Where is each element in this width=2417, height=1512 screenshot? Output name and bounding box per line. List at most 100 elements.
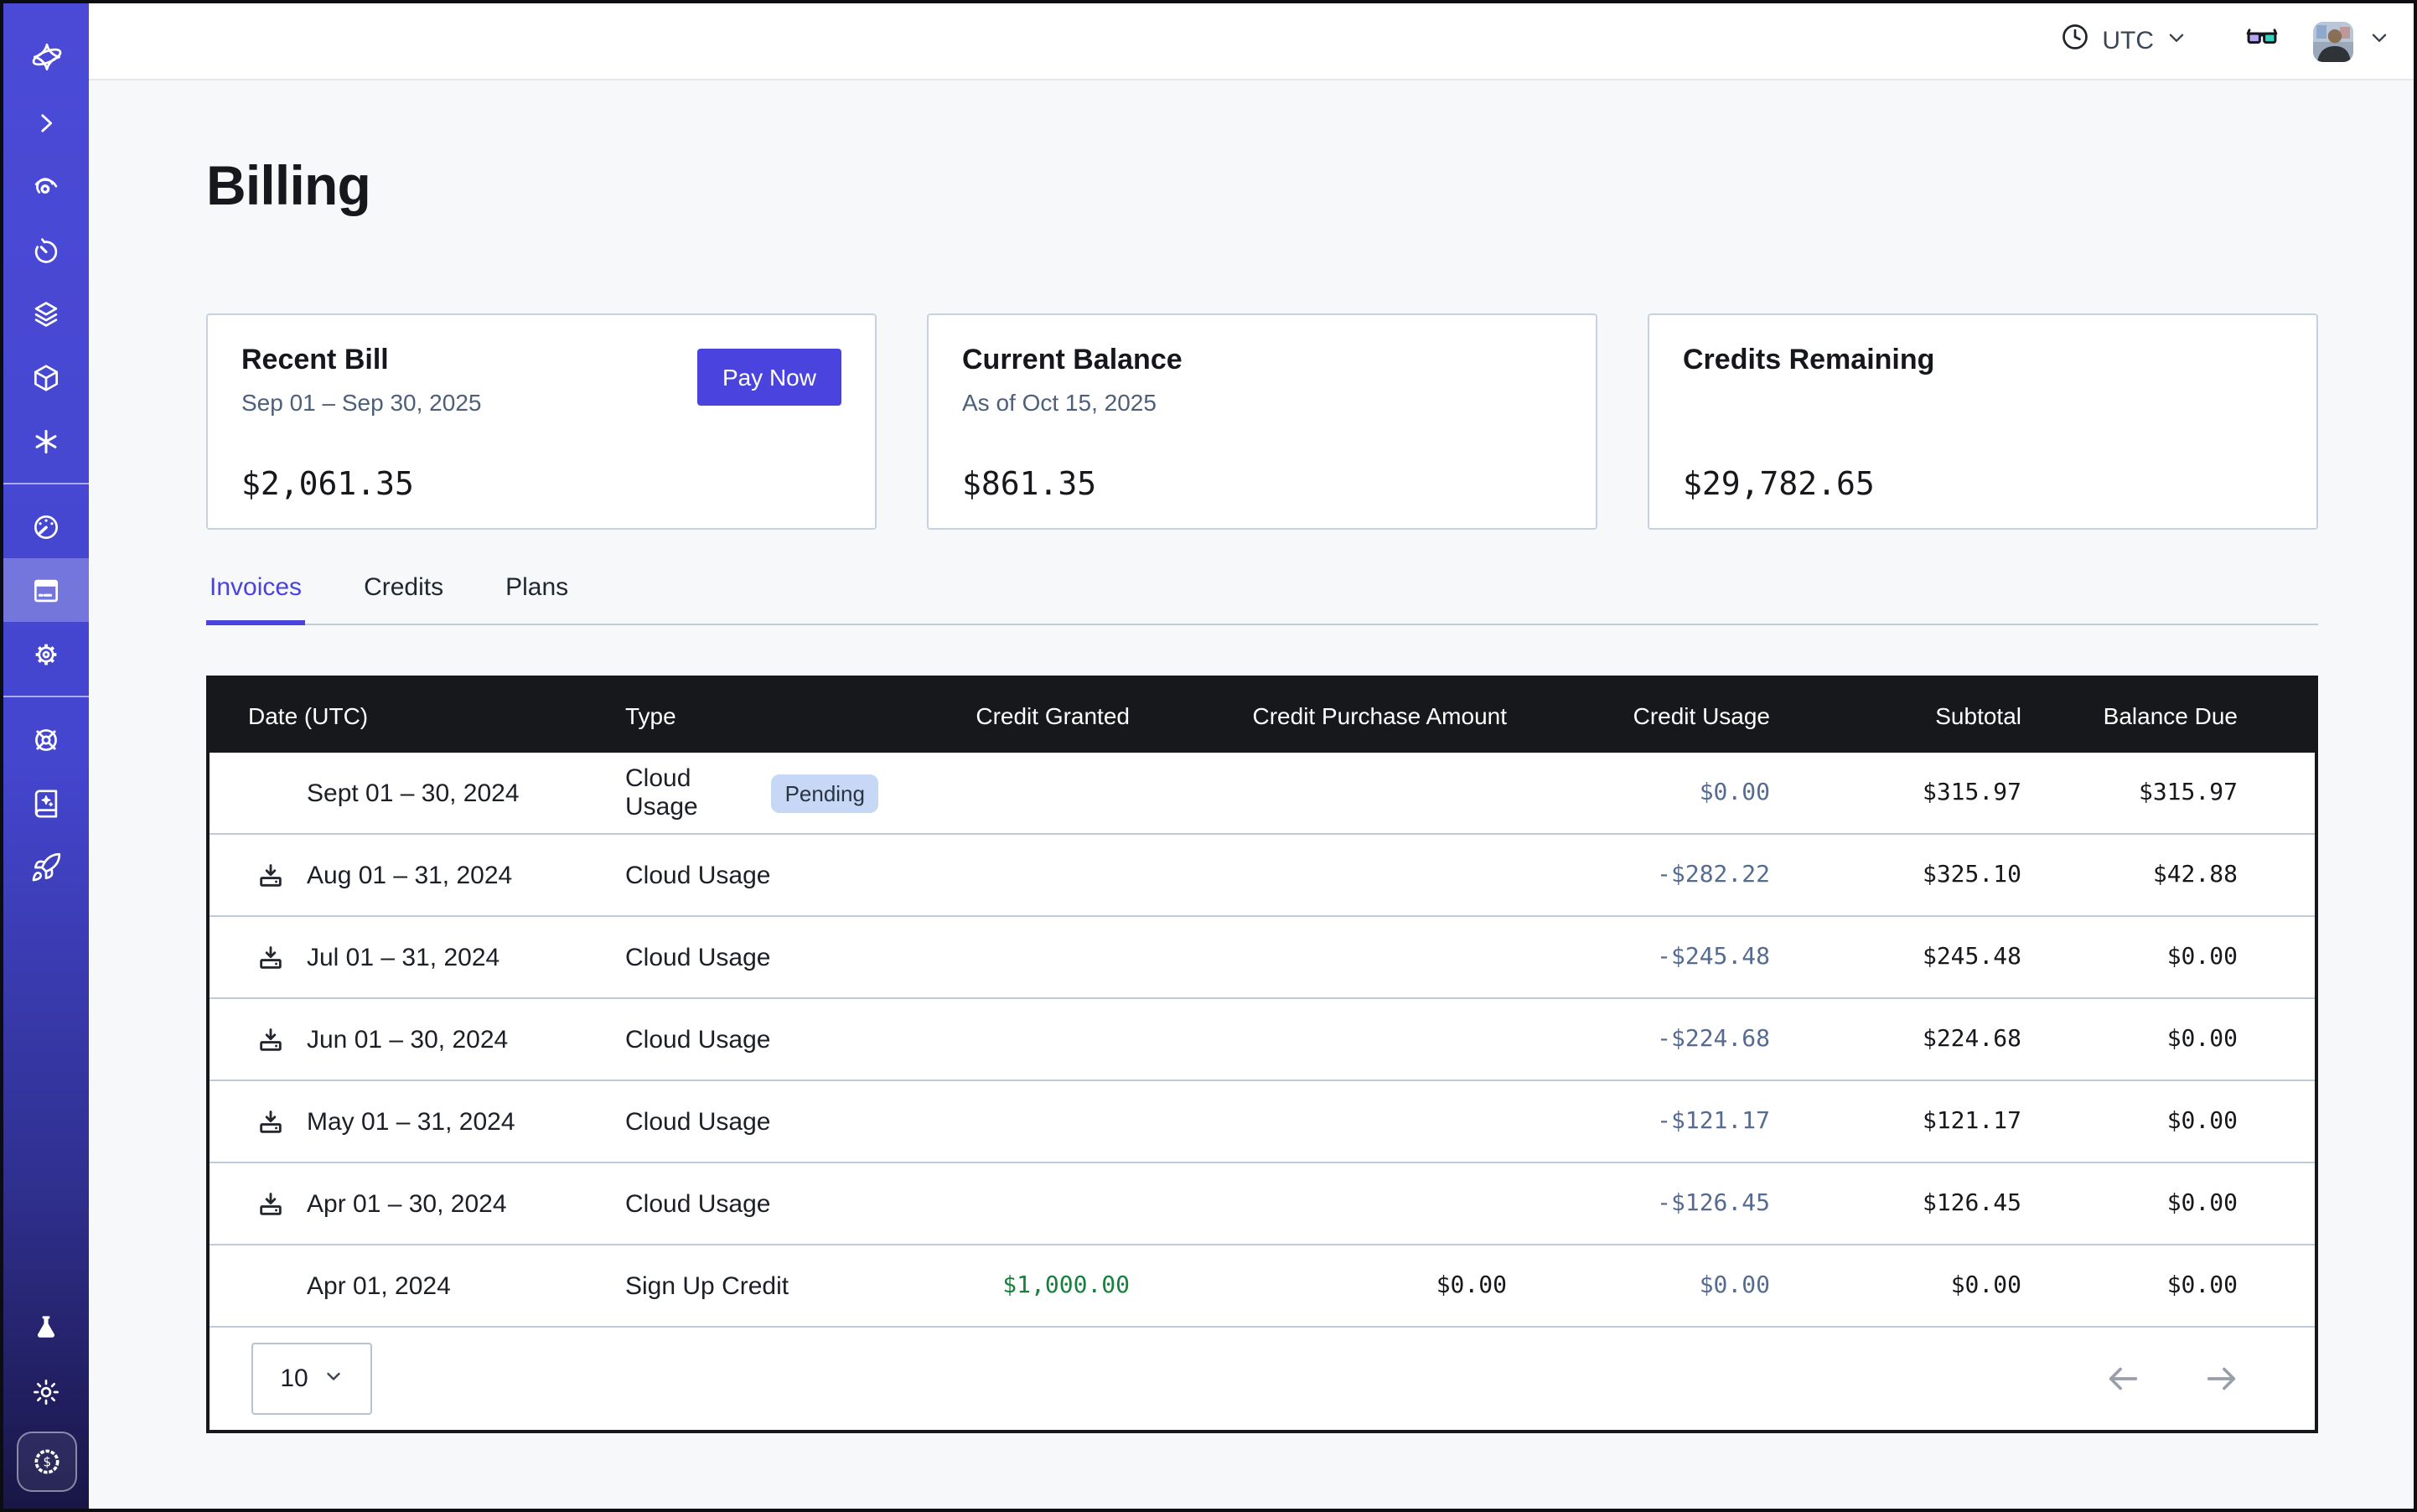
column-header-credit-purchase: Credit Purchase Amount: [1130, 702, 1507, 729]
page-title: Billing: [206, 151, 2318, 221]
subtotal-value: $325.10: [1770, 862, 2021, 888]
sidebar-item-labs[interactable]: [3, 1296, 89, 1359]
app-window: $ UTC: [0, 0, 2417, 1512]
sidebar-item-cube[interactable]: [3, 345, 89, 409]
chevron-down-icon: [2368, 26, 2390, 56]
asterisk-icon: [30, 425, 62, 457]
download-icon[interactable]: [256, 943, 285, 971]
download-icon[interactable]: [256, 1107, 285, 1136]
subtotal-value: $224.68: [1770, 1026, 2021, 1053]
cube-icon: [30, 361, 62, 393]
chevron-down-icon: [323, 1364, 344, 1393]
next-page-button[interactable]: [2202, 1359, 2241, 1398]
invoice-type: Sign Up Credit: [625, 1271, 789, 1300]
sidebar-item-theme[interactable]: [3, 1359, 89, 1423]
sun-icon: [30, 1375, 62, 1407]
invoice-date: Sept 01 – 30, 2024: [307, 779, 520, 807]
invoice-date: Jun 01 – 30, 2024: [307, 1025, 508, 1054]
history-icon: [30, 234, 62, 266]
layers-icon: [30, 298, 62, 329]
sidebar-credits-button[interactable]: $: [16, 1432, 76, 1492]
current-balance-amount: $861.35: [962, 466, 1562, 503]
rocket-icon: [30, 851, 62, 883]
sidebar-item-helm[interactable]: [3, 707, 89, 771]
balance-due-value: $0.00: [2021, 1026, 2315, 1053]
column-header-date: Date (UTC): [210, 702, 587, 729]
sidebar-item-history[interactable]: [3, 218, 89, 282]
column-header-credit-usage: Credit Usage: [1507, 702, 1770, 729]
avatar[interactable]: [2313, 21, 2353, 61]
sidebar-item-settings[interactable]: [3, 622, 89, 686]
card-title: Credits Remaining: [1683, 344, 2283, 377]
page-size-value: 10: [280, 1364, 308, 1393]
chevron-right-icon: [32, 108, 60, 137]
download-icon[interactable]: [256, 1025, 285, 1054]
download-icon[interactable]: [256, 1189, 285, 1218]
table-row: Apr 01, 2024 Sign Up Credit $1,000.00 $0…: [210, 1244, 2315, 1326]
main-area: UTC: [89, 3, 2414, 1509]
balance-due-value: $42.88: [2021, 862, 2315, 888]
invoice-type: Cloud Usage: [625, 861, 770, 889]
clock-icon: [2060, 22, 2090, 60]
chevron-down-icon: [2166, 26, 2187, 56]
card-subtitle: As of Oct 15, 2025: [962, 389, 1562, 416]
billing-icon: [30, 574, 62, 606]
sidebar-collapse[interactable]: [3, 91, 89, 154]
dollar-badge-icon: $: [29, 1445, 63, 1478]
sidebar-item-layers[interactable]: [3, 282, 89, 345]
invoice-type: Cloud Usage: [625, 1025, 770, 1054]
page-size-select[interactable]: 10: [251, 1343, 372, 1415]
flask-icon: [30, 1312, 62, 1344]
topbar: UTC: [89, 3, 2414, 80]
book-sparkle-icon: [30, 787, 62, 819]
invoice-table-body: Sept 01 – 30, 2024 Cloud Usage Pending $…: [210, 753, 2315, 1326]
sidebar-item-billing[interactable]: [3, 558, 89, 622]
column-header-type: Type: [587, 702, 878, 729]
reader-mode-button[interactable]: [2244, 19, 2280, 63]
balance-due-value: $0.00: [2021, 1272, 2315, 1299]
sidebar: $: [3, 3, 89, 1509]
sidebar-item-quickstart[interactable]: [3, 835, 89, 898]
subtotal-value: $126.45: [1770, 1190, 2021, 1217]
billing-tabs: Invoices Credits Plans: [206, 573, 2318, 625]
sidebar-item-monitor[interactable]: [3, 154, 89, 218]
column-header-credit-granted: Credit Granted: [878, 702, 1130, 729]
sidebar-divider: [3, 696, 89, 697]
account-menu-button[interactable]: [2368, 26, 2390, 56]
subtotal-value: $315.97: [1770, 779, 2021, 806]
sidebar-item-asterisk[interactable]: [3, 409, 89, 473]
gauge-icon: [30, 510, 62, 542]
credit-usage-value: -$126.45: [1507, 1190, 1770, 1217]
tab-plans[interactable]: Plans: [502, 573, 572, 624]
balance-due-value: $0.00: [2021, 1108, 2315, 1135]
recent-bill-card: Recent Bill Sep 01 – Sep 30, 2025 $2,061…: [206, 313, 877, 530]
pay-now-button[interactable]: Pay Now: [697, 349, 841, 406]
recent-bill-amount: $2,061.35: [241, 466, 841, 503]
invoice-type: Cloud Usage: [625, 1189, 770, 1218]
subtotal-value: $0.00: [1770, 1272, 2021, 1299]
invoice-type: Cloud Usage: [625, 764, 755, 821]
table-row: Jul 01 – 31, 2024 Cloud Usage -$245.48 $…: [210, 915, 2315, 997]
table-header: Date (UTC) Type Credit Granted Credit Pu…: [210, 679, 2315, 753]
invoice-date: Apr 01, 2024: [307, 1271, 451, 1300]
sidebar-item-docs[interactable]: [3, 771, 89, 835]
credit-purchase-value: $0.00: [1130, 1272, 1507, 1299]
invoice-type: Cloud Usage: [625, 1107, 770, 1136]
table-footer: 10: [210, 1326, 2315, 1430]
subtotal-value: $245.48: [1770, 944, 2021, 971]
table-row: Aug 01 – 31, 2024 Cloud Usage -$282.22 $…: [210, 833, 2315, 915]
previous-page-button[interactable]: [2104, 1359, 2142, 1398]
credit-usage-value: -$245.48: [1507, 944, 1770, 971]
timezone-selector[interactable]: UTC: [2060, 22, 2187, 60]
tab-invoices[interactable]: Invoices: [206, 573, 305, 624]
summary-cards: Recent Bill Sep 01 – Sep 30, 2025 $2,061…: [206, 313, 2318, 530]
table-row: Sept 01 – 30, 2024 Cloud Usage Pending $…: [210, 753, 2315, 833]
tab-credits[interactable]: Credits: [360, 573, 447, 624]
download-icon[interactable]: [256, 861, 285, 889]
sidebar-logo[interactable]: [3, 23, 89, 91]
card-title: Current Balance: [962, 344, 1562, 377]
helm-wheel-icon: [30, 723, 62, 755]
sidebar-item-usage[interactable]: [3, 495, 89, 558]
invoice-date: Apr 01 – 30, 2024: [307, 1189, 507, 1218]
credit-usage-value: -$282.22: [1507, 862, 1770, 888]
